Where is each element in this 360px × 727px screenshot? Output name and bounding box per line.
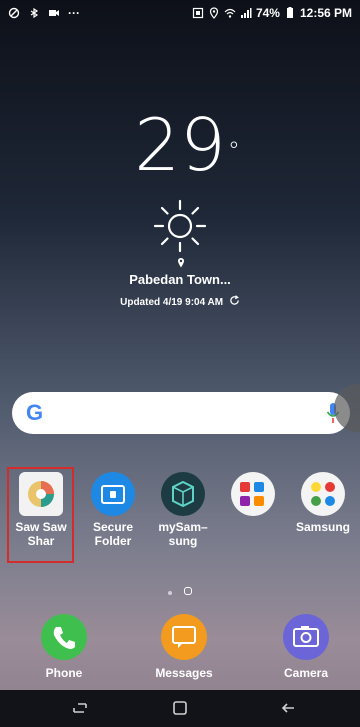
- video-icon: [49, 10, 59, 16]
- app-label-line1: mySam–: [158, 520, 208, 534]
- status-bar: ··· 74% 12:56 PM: [0, 0, 360, 28]
- app-folder[interactable]: [218, 464, 288, 520]
- dock-label: Messages: [155, 666, 213, 680]
- refresh-icon[interactable]: [229, 295, 240, 306]
- signal-icon: [240, 8, 252, 18]
- camera-icon: [283, 614, 329, 660]
- wifi-icon: [224, 8, 236, 18]
- battery-percentage: 74%: [255, 6, 280, 20]
- location-pin-icon: [178, 258, 184, 268]
- weather-updated-text: Updated 4/19 9:04 AM: [120, 297, 224, 308]
- app-label-line2: Folder: [94, 534, 132, 548]
- clock: 12:56 PM: [299, 6, 352, 20]
- dock-messages[interactable]: Messages: [144, 614, 224, 680]
- dock-label: Camera: [283, 666, 329, 680]
- google-search-bar[interactable]: G: [12, 392, 350, 434]
- phone-icon: [41, 614, 87, 660]
- recent-apps-icon[interactable]: [70, 698, 90, 718]
- mysamsung-icon: [161, 472, 205, 516]
- secure-folder-icon: [91, 472, 135, 516]
- app-samsung-folder[interactable]: Samsung: [288, 464, 358, 534]
- sunny-icon: [153, 199, 207, 253]
- more-notifications-dots: ···: [68, 6, 80, 20]
- folder-icon: [231, 472, 275, 516]
- messages-icon: [161, 614, 207, 660]
- page-indicator: [0, 582, 360, 600]
- status-bar-right: 74% 12:56 PM: [192, 6, 352, 20]
- app-label-line2: sung: [168, 534, 198, 548]
- nfc-icon: [192, 7, 204, 19]
- temperature: 29 °: [134, 103, 240, 187]
- google-logo: G: [26, 400, 44, 425]
- page-dot-active[interactable]: [184, 587, 192, 595]
- weather-widget[interactable]: 29 °: [0, 105, 360, 185]
- notification-icon: [8, 7, 20, 19]
- battery-icon: [286, 7, 293, 18]
- dock-camera[interactable]: Camera: [266, 614, 346, 680]
- app-mysamsung[interactable]: mySam– sung: [148, 464, 218, 548]
- app-label-line1: Samsung: [295, 520, 350, 534]
- page-dot[interactable]: [168, 591, 172, 595]
- navigation-bar: [0, 690, 360, 727]
- status-bar-left: ···: [8, 6, 80, 20]
- dock: Phone Messages Camera: [0, 614, 360, 684]
- selection-highlight: [7, 467, 74, 563]
- temperature-value: 29: [134, 103, 226, 187]
- weather-location[interactable]: Pabedan Town...: [0, 272, 360, 287]
- app-label-line1: Secure: [92, 520, 134, 534]
- dock-phone[interactable]: Phone: [24, 614, 104, 680]
- dock-label: Phone: [45, 666, 83, 680]
- app-secure-folder[interactable]: Secure Folder: [78, 464, 148, 548]
- back-icon[interactable]: [278, 698, 298, 718]
- temperature-degree: °: [227, 137, 240, 165]
- bluetooth-icon: [30, 7, 39, 19]
- home-button-icon[interactable]: [170, 698, 190, 718]
- location-icon: [209, 7, 219, 19]
- samsung-folder-icon: [301, 472, 345, 516]
- weather-updated: Updated 4/19 9:04 AM: [0, 295, 360, 308]
